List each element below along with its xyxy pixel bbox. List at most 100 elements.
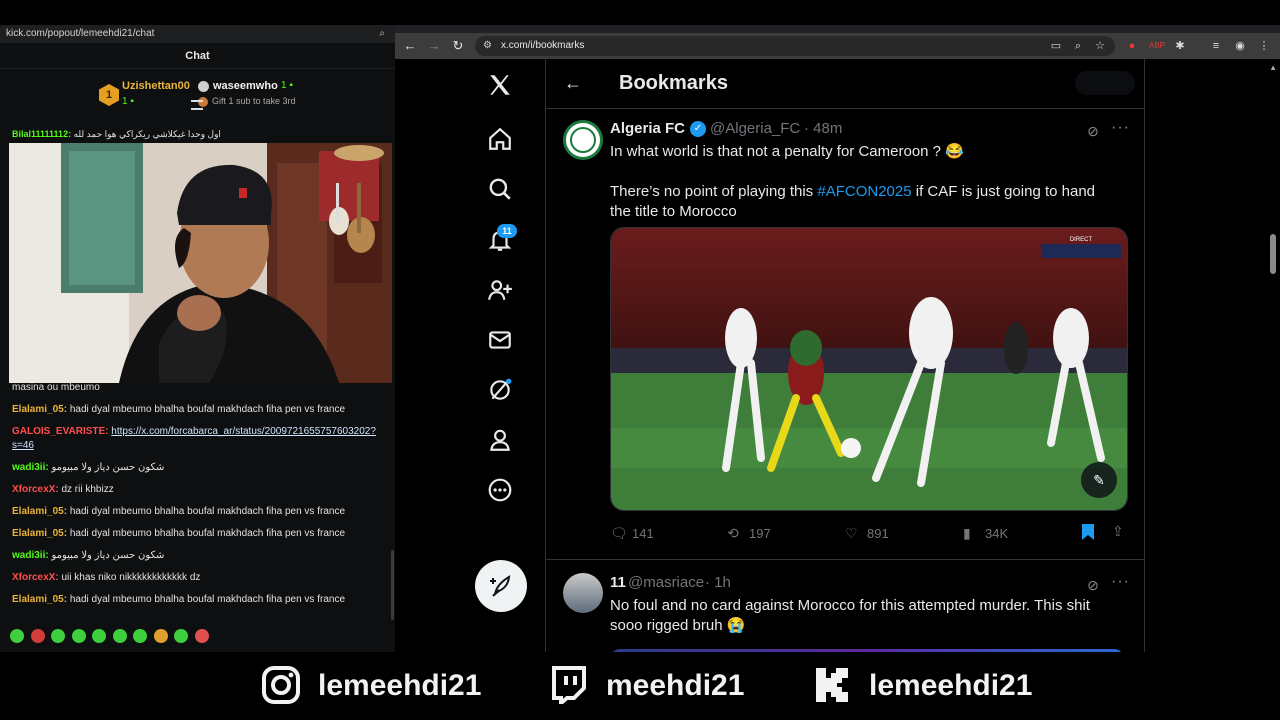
rank-2-icon [198, 81, 209, 92]
leader-2-count: 1 ▪ [281, 80, 293, 91]
chat-message: Elalami_05: hadi dyal mbeumo bhalha bouf… [12, 593, 345, 607]
tweet-video[interactable]: DIRECT ✎ [610, 227, 1128, 511]
search-icon[interactable] [485, 176, 515, 206]
tweet-time[interactable]: · 1h [705, 574, 731, 591]
chat-scrollbar[interactable] [391, 550, 394, 620]
bookmark-star-icon[interactable]: ☆ [1093, 39, 1107, 53]
tweet-time[interactable]: · 48m [804, 120, 842, 137]
chat-message-text: hadi dyal mbeumo bhalha boufal makhdach … [69, 594, 346, 605]
address-bar[interactable]: ⚙ x.com/i/bookmarks [475, 36, 1115, 56]
bookmarks-feed: ← Bookmarks Algeria FC ✓ @Algeria_FC · 4… [545, 59, 1145, 652]
chat-message-text: uii khas niko nikkkkkkkkkkkk dz [61, 572, 201, 583]
emote-icon[interactable] [153, 629, 168, 643]
kick-chat-window: kick.com/popout/lemeehdi21/chat ⌕ Chat 1… [0, 25, 395, 652]
emote-icon[interactable] [51, 629, 65, 643]
emote-icon[interactable] [194, 629, 209, 643]
views-button[interactable]: ▮ 34K [963, 523, 1008, 543]
home-icon[interactable] [485, 126, 515, 156]
forward-icon[interactable]: → [425, 37, 443, 55]
leader-1-name[interactable]: Uzishettan00 [122, 80, 190, 92]
chat-message: GALOIS_EVARISTE: https://x.com/forcabarc… [12, 425, 376, 439]
address-url: x.com/i/bookmarks [501, 40, 585, 51]
chat-message-user[interactable]: Elalami_05: [12, 528, 67, 539]
emote-icon[interactable] [30, 629, 45, 643]
edit-image-icon[interactable]: ✎ [1081, 462, 1117, 498]
menu-icon[interactable]: ⋮ [1257, 39, 1271, 53]
bookmark-filled-icon[interactable] [1081, 523, 1097, 541]
messages-icon[interactable] [485, 327, 515, 357]
more-icon[interactable] [485, 477, 515, 507]
verified-badge-icon: ✓ [690, 121, 706, 137]
emote-icon[interactable] [92, 629, 106, 643]
extensions-icon[interactable]: ✱ [1173, 39, 1187, 53]
profile-icon[interactable] [485, 427, 515, 457]
chat-message: wadi3ii: شكون حسن دياز ولا مبيومو [12, 549, 164, 563]
grok-icon[interactable] [485, 377, 515, 407]
feather-plus-icon [490, 575, 511, 597]
tweet-avatar[interactable] [563, 573, 603, 613]
back-arrow-icon[interactable]: ← [564, 73, 584, 93]
scroll-up-icon[interactable]: ▲ [1269, 63, 1277, 72]
tweet-text-line: sooo rigged bruh 😭 [610, 617, 746, 634]
emote-icon[interactable] [10, 629, 24, 643]
emote-icon[interactable] [133, 629, 147, 643]
chat-message-link[interactable]: https://x.com/forcabarca_ar/status/20097… [111, 426, 376, 437]
reply-button[interactable]: 🗨 141 [610, 523, 654, 543]
chat-address-bar[interactable]: kick.com/popout/lemeehdi21/chat ⌕ [0, 25, 395, 43]
chat-message-user[interactable]: GALOIS_EVARISTE: [12, 426, 109, 437]
reload-icon[interactable]: ↻ [449, 37, 467, 55]
leader-2-name[interactable]: waseemwho [213, 80, 278, 92]
filter-icon[interactable] [191, 100, 203, 110]
chat-message-text: hadi dyal mbeumo bhalha boufal makhdach … [69, 404, 346, 415]
emote-icon[interactable] [112, 629, 127, 643]
share-icon[interactable]: ⇪ [1112, 523, 1128, 541]
zoom-icon[interactable]: ⌕ [379, 25, 385, 43]
hashtag-link[interactable]: #AFCON2025 [817, 183, 911, 200]
chat-message-user[interactable]: Elalami_05: [12, 594, 67, 605]
notifications-badge: 11 [497, 224, 517, 238]
chat-message-link[interactable]: s=46 [12, 440, 34, 451]
chat-message-user[interactable]: XforcexX: [12, 572, 59, 583]
more-options-icon[interactable]: ··· [1111, 574, 1129, 594]
tweet-text-line: No foul and no card against Morocco for … [610, 597, 1090, 614]
tweet-avatar[interactable] [563, 120, 603, 160]
profile-icon[interactable]: ◉ [1233, 39, 1247, 53]
back-icon[interactable]: ← [401, 37, 419, 55]
chat-message: masina ou mbeumo [12, 381, 100, 395]
like-button[interactable]: ♡ 891 [845, 523, 889, 543]
chat-message-user[interactable]: wadi3ii: [12, 550, 49, 561]
chat-message-user[interactable]: XforcexX: [12, 484, 59, 495]
pinned-message: Bilal11111112: اول وحدا غيكلاشي ريكراكي … [12, 129, 221, 140]
grok-explain-icon[interactable]: ⊘ [1084, 122, 1102, 140]
social-banner: lemeehdi21 meehdi21 lemeehdi21 [0, 652, 1280, 720]
more-options-icon[interactable]: ··· [1111, 120, 1129, 140]
grok-explain-icon[interactable]: ⊘ [1084, 576, 1102, 594]
tweet-author-name[interactable]: 11 [610, 574, 626, 591]
emote-icon[interactable] [174, 629, 188, 643]
x-logo-icon[interactable] [485, 72, 515, 102]
site-info-icon[interactable]: ⚙ [483, 40, 495, 52]
chat-message-text: dz rii khbizz [61, 484, 114, 495]
repost-icon: ⟲ [727, 525, 739, 541]
extension-red-icon[interactable]: ● [1125, 39, 1139, 53]
repost-button[interactable]: ⟲ 197 [727, 523, 771, 543]
tweet-author-handle[interactable]: @masriace [628, 574, 704, 591]
follow-icon[interactable] [485, 277, 515, 307]
tweet[interactable]: 11 @masriace · 1h ⊘ ··· No foul and no c… [546, 561, 1144, 652]
pinned-user[interactable]: Bilal11111112: [12, 129, 71, 139]
chat-message-user[interactable]: wadi3ii: [12, 462, 49, 473]
page-scrollbar-thumb[interactable] [1270, 234, 1276, 274]
tweet-author-handle[interactable]: @Algeria_FC [710, 120, 800, 137]
cast-icon[interactable]: ▭ [1049, 39, 1063, 53]
adblock-icon[interactable]: ABP [1149, 39, 1165, 53]
broadcast-logo [1041, 244, 1121, 258]
tweet-author-name[interactable]: Algeria FC [610, 120, 685, 137]
chat-message-user[interactable]: Elalami_05: [12, 404, 67, 415]
tweet[interactable]: Algeria FC ✓ @Algeria_FC · 48m ⊘ ··· In … [546, 110, 1144, 560]
chat-message-user[interactable]: Elalami_05: [12, 506, 67, 517]
zoom-icon[interactable]: ⌕ [1071, 39, 1085, 53]
compose-post-button[interactable] [475, 560, 527, 612]
media-icon[interactable]: ≡ [1209, 39, 1223, 53]
tweet-text-line: the title to Morocco [610, 203, 737, 220]
emote-icon[interactable] [71, 629, 86, 643]
